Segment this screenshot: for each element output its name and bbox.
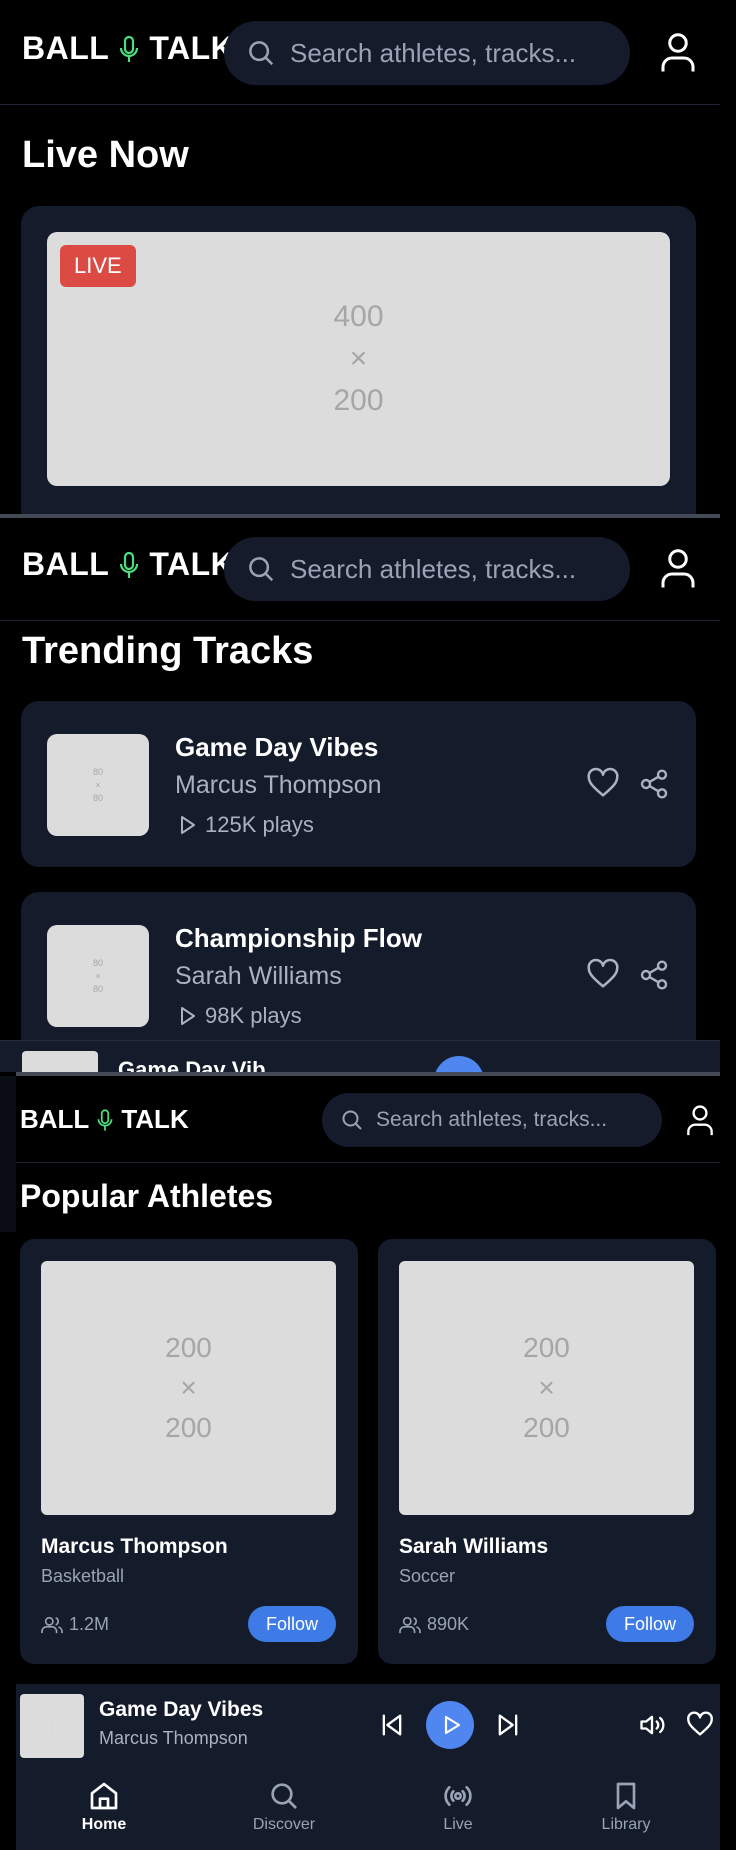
nav-label: Home [81, 1816, 127, 1833]
left-gutter [0, 1076, 16, 1232]
top-bar: BALL TALK Search athletes, tracks... [16, 1076, 720, 1163]
user-icon[interactable] [660, 546, 696, 590]
live-badge: LIVE [60, 245, 136, 287]
mini-player-play-button[interactable] [434, 1056, 484, 1072]
track-artist[interactable]: Marcus Thompson [175, 771, 382, 800]
user-icon[interactable] [660, 30, 696, 74]
athlete-sport: Basketball [41, 1566, 125, 1586]
nav-live[interactable]: Live [398, 1780, 518, 1834]
follower-count: 1.2M [41, 1614, 109, 1635]
user-icon[interactable] [686, 1103, 714, 1137]
athlete-name[interactable]: Sarah Williams [399, 1535, 548, 1559]
track-artist[interactable]: Sarah Williams [175, 962, 342, 991]
now-playing-title[interactable]: Game Day Vibes [99, 1698, 263, 1722]
panel-athletes: BALL TALK Search athletes, tracks... Pop… [16, 1076, 720, 1850]
play-outline-icon [181, 1007, 195, 1025]
search-placeholder: Search athletes, tracks... [376, 1108, 608, 1131]
mini-player-thumbnail [22, 1051, 98, 1072]
panel-trending: BALL TALK Search athletes, tracks... Tre… [0, 518, 720, 1072]
microphone-icon [97, 1108, 113, 1131]
share-icon[interactable] [638, 768, 670, 800]
play-icon [444, 1715, 461, 1735]
nav-label: Library [601, 1816, 651, 1833]
search-icon [342, 1110, 362, 1130]
track-title[interactable]: Game Day Vibes [175, 732, 378, 763]
volume-icon[interactable] [638, 1711, 666, 1739]
broadcast-icon [444, 1786, 472, 1806]
logo-text-right: TALK [121, 1104, 189, 1134]
nav-library[interactable]: Library [566, 1780, 686, 1834]
search-bar[interactable]: Search athletes, tracks... [224, 537, 630, 601]
logo-text-left: BALL [22, 546, 110, 582]
heart-icon[interactable] [586, 958, 620, 992]
section-heading-trending: Trending Tracks [22, 630, 314, 672]
nav-label: Discover [252, 1816, 316, 1833]
search-icon [249, 557, 274, 582]
mini-player-peek[interactable]: Game Day Vib [0, 1040, 720, 1072]
follow-button[interactable]: Follow [248, 1606, 336, 1642]
nav-discover[interactable]: Discover [224, 1780, 344, 1834]
section-heading-athletes: Popular Athletes [20, 1178, 274, 1214]
track-plays: 125K plays [175, 812, 314, 838]
share-icon[interactable] [638, 959, 670, 991]
track-thumbnail: 80 × 80 [47, 925, 149, 1027]
nav-home[interactable]: Home [44, 1780, 164, 1834]
athlete-sport: Soccer [399, 1566, 456, 1586]
now-playing-thumbnail: · · [20, 1694, 84, 1758]
mini-player-title: Game Day Vib [118, 1057, 266, 1072]
logo-text-left: BALL [20, 1104, 90, 1134]
app-logo[interactable]: BALL TALK [22, 30, 234, 67]
top-bar: BALL TALK Search athletes, tracks... [0, 518, 720, 621]
users-icon [41, 1616, 63, 1633]
follow-button[interactable]: Follow [606, 1606, 694, 1642]
search-placeholder: Search athletes, tracks... [290, 37, 577, 68]
search-bar[interactable]: Search athletes, tracks... [224, 21, 630, 85]
logo-text-right: TALK [149, 546, 235, 582]
track-plays: 98K plays [175, 1003, 302, 1029]
bookmark-icon [616, 1782, 636, 1810]
users-icon [399, 1616, 421, 1633]
search-icon [249, 41, 274, 66]
heart-icon[interactable] [586, 767, 620, 801]
logo-text-left: BALL [22, 30, 110, 66]
microphone-icon [120, 551, 139, 578]
search-placeholder: Search athletes, tracks... [290, 553, 577, 584]
athlete-name[interactable]: Marcus Thompson [41, 1535, 228, 1559]
search-icon [271, 1783, 297, 1809]
top-bar: BALL TALK Search athletes, tracks... [0, 0, 720, 105]
app-logo[interactable]: BALL TALK [22, 546, 234, 583]
skip-back-icon[interactable] [378, 1711, 406, 1739]
live-stream-thumbnail[interactable]: 400 × 200 [47, 232, 670, 486]
skip-forward-icon[interactable] [494, 1711, 522, 1739]
search-bar[interactable]: Search athletes, tracks... [322, 1093, 662, 1147]
athlete-photo: 200 × 200 [399, 1261, 694, 1515]
home-icon [90, 1782, 118, 1810]
now-playing-artist[interactable]: Marcus Thompson [99, 1728, 248, 1749]
nav-label: Live [443, 1816, 473, 1833]
microphone-icon [120, 35, 139, 62]
track-title[interactable]: Championship Flow [175, 923, 422, 954]
play-button[interactable] [426, 1701, 474, 1749]
athlete-photo: 200 × 200 [41, 1261, 336, 1515]
app-logo[interactable]: BALL TALK [20, 1104, 189, 1135]
logo-text-right: TALK [149, 30, 235, 66]
follower-count: 890K [399, 1614, 469, 1635]
section-heading-live: Live Now [22, 134, 189, 176]
heart-icon[interactable] [686, 1711, 714, 1739]
track-thumbnail: 80 × 80 [47, 734, 149, 836]
play-outline-icon [181, 816, 195, 834]
panel-live-now: BALL TALK Search athletes, tracks... Liv… [0, 0, 720, 514]
